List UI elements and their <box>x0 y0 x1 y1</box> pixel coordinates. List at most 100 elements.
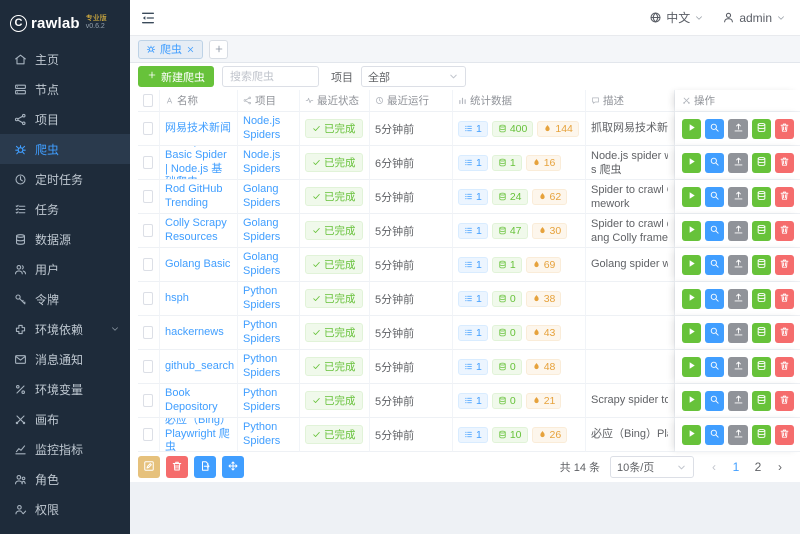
row-checkbox[interactable] <box>143 190 153 203</box>
view-button[interactable] <box>705 323 724 343</box>
sidebar-item-用户[interactable]: 用户 <box>0 254 130 284</box>
delete-button[interactable] <box>775 119 794 139</box>
data-button[interactable] <box>752 255 771 275</box>
view-button[interactable] <box>705 255 724 275</box>
run-button[interactable] <box>682 187 701 207</box>
page-size-select[interactable]: 10条/页 <box>610 456 694 478</box>
project-link[interactable]: Node.js Spiders <box>243 115 293 143</box>
row-checkbox[interactable] <box>143 428 153 441</box>
add-tab-button[interactable] <box>209 40 228 59</box>
project-link[interactable]: Python Spiders <box>243 421 293 449</box>
spider-name-link[interactable]: Node.js Basic Spider | Node.js 基础爬虫 <box>165 146 231 180</box>
view-button[interactable] <box>705 391 724 411</box>
view-button[interactable] <box>705 425 724 445</box>
sidebar-item-项目[interactable]: 项目 <box>0 104 130 134</box>
delete-button[interactable] <box>775 255 794 275</box>
spider-name-link[interactable]: hsph <box>165 292 189 306</box>
data-button[interactable] <box>752 153 771 173</box>
spider-name-link[interactable]: hackernews <box>165 326 224 340</box>
run-button[interactable] <box>682 391 701 411</box>
delete-button[interactable] <box>775 187 794 207</box>
project-link[interactable]: Python Spiders <box>243 285 293 313</box>
upload-button[interactable] <box>728 357 747 377</box>
sidebar-collapse-button[interactable] <box>140 10 156 26</box>
sidebar-item-任务[interactable]: 任务 <box>0 194 130 224</box>
project-link[interactable]: Node.js Spiders <box>243 149 293 177</box>
view-button[interactable] <box>705 153 724 173</box>
view-button[interactable] <box>705 221 724 241</box>
run-button[interactable] <box>682 119 701 139</box>
spider-name-link[interactable]: 必应（Bing）Playwright 爬虫 <box>165 418 231 452</box>
tab-spiders[interactable]: 爬虫 <box>138 40 203 59</box>
row-checkbox[interactable] <box>143 326 153 339</box>
column-header-统计数据[interactable]: 统计数据 <box>453 90 586 112</box>
run-button[interactable] <box>682 255 701 275</box>
project-link[interactable]: Python Spiders <box>243 353 293 381</box>
column-header-操作[interactable]: 操作 <box>675 90 800 112</box>
select-all-checkbox[interactable] <box>143 94 153 107</box>
delete-button[interactable] <box>775 323 794 343</box>
sidebar-item-爬虫[interactable]: 爬虫 <box>0 134 130 164</box>
run-button[interactable] <box>682 357 701 377</box>
view-button[interactable] <box>705 357 724 377</box>
batch-delete-button[interactable] <box>166 456 188 478</box>
batch-move-button[interactable] <box>222 456 244 478</box>
row-checkbox[interactable] <box>143 394 153 407</box>
spider-name-link[interactable]: Rod GitHub Trending <box>165 183 231 211</box>
data-button[interactable] <box>752 119 771 139</box>
upload-button[interactable] <box>728 187 747 207</box>
project-link[interactable]: Python Spiders <box>243 319 293 347</box>
data-button[interactable] <box>752 357 771 377</box>
sidebar-item-数据源[interactable]: 数据源 <box>0 224 130 254</box>
spider-name-link[interactable]: Colly Scrapy Resources <box>165 217 231 245</box>
page-button-1[interactable]: 1 <box>726 456 746 478</box>
sidebar-item-令牌[interactable]: 令牌 <box>0 284 130 314</box>
upload-button[interactable] <box>728 119 747 139</box>
row-checkbox[interactable] <box>143 224 153 237</box>
row-checkbox[interactable] <box>143 122 153 135</box>
close-icon[interactable] <box>186 45 195 54</box>
data-button[interactable] <box>752 391 771 411</box>
row-checkbox[interactable] <box>143 258 153 271</box>
delete-button[interactable] <box>775 425 794 445</box>
upload-button[interactable] <box>728 255 747 275</box>
column-header-最近运行[interactable]: 最近运行 <box>370 90 453 112</box>
new-spider-button[interactable]: 新建爬虫 <box>138 66 214 87</box>
prev-page-button[interactable]: ‹ <box>704 456 724 478</box>
column-header-最近状态[interactable]: 最近状态 <box>300 90 370 112</box>
project-link[interactable]: Golang Spiders <box>243 183 293 211</box>
row-checkbox[interactable] <box>143 360 153 373</box>
user-menu[interactable]: admin <box>722 11 786 25</box>
sidebar-item-节点[interactable]: 节点 <box>0 74 130 104</box>
sidebar-item-消息通知[interactable]: 消息通知 <box>0 344 130 374</box>
next-page-button[interactable]: › <box>770 456 790 478</box>
delete-button[interactable] <box>775 357 794 377</box>
sidebar-item-定时任务[interactable]: 定时任务 <box>0 164 130 194</box>
delete-button[interactable] <box>775 221 794 241</box>
language-selector[interactable]: 中文 <box>649 9 704 26</box>
project-link[interactable]: Golang Spiders <box>243 251 293 279</box>
search-input[interactable] <box>222 66 319 87</box>
view-button[interactable] <box>705 119 724 139</box>
sidebar-item-角色[interactable]: 角色 <box>0 464 130 494</box>
batch-export-button[interactable] <box>194 456 216 478</box>
view-button[interactable] <box>705 289 724 309</box>
run-button[interactable] <box>682 289 701 309</box>
delete-button[interactable] <box>775 391 794 411</box>
sidebar-item-监控指标[interactable]: 监控指标 <box>0 434 130 464</box>
column-header-名称[interactable]: 名称 <box>160 90 238 112</box>
spider-name-link[interactable]: Book Depository <box>165 387 231 415</box>
sidebar-item-权限[interactable]: 权限 <box>0 494 130 524</box>
project-link[interactable]: Python Spiders <box>243 387 293 415</box>
sidebar-item-环境依赖[interactable]: 环境依赖 <box>0 314 130 344</box>
upload-button[interactable] <box>728 425 747 445</box>
sidebar-item-主页[interactable]: 主页 <box>0 44 130 74</box>
data-button[interactable] <box>752 425 771 445</box>
data-button[interactable] <box>752 289 771 309</box>
data-button[interactable] <box>752 221 771 241</box>
upload-button[interactable] <box>728 323 747 343</box>
upload-button[interactable] <box>728 221 747 241</box>
data-button[interactable] <box>752 187 771 207</box>
sidebar-item-环境变量[interactable]: 环境变量 <box>0 374 130 404</box>
page-button-2[interactable]: 2 <box>748 456 768 478</box>
